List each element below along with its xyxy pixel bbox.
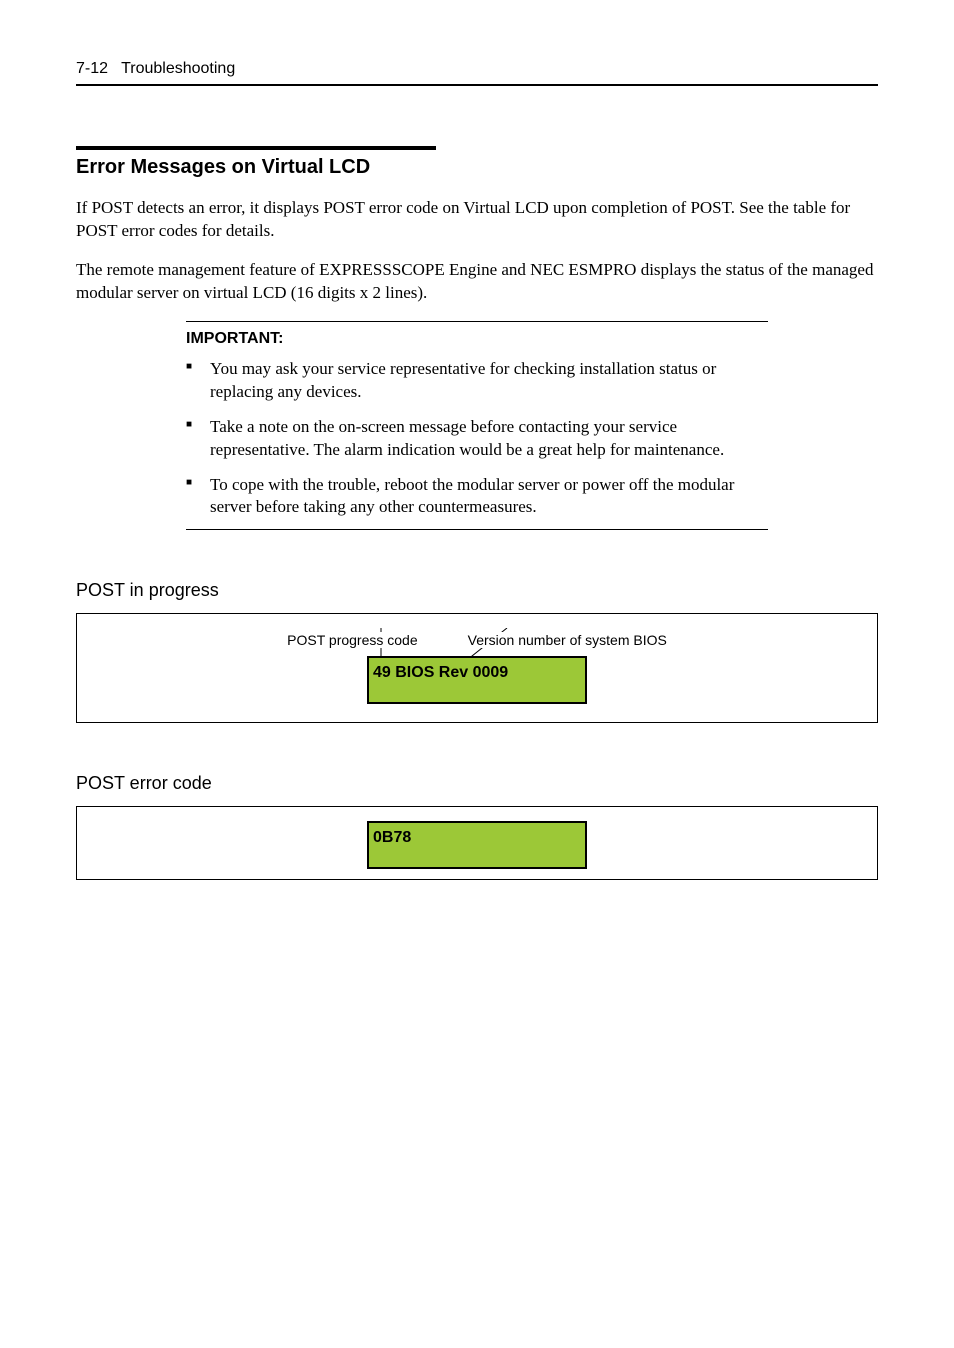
label-progress-code: POST progress code xyxy=(287,632,417,648)
important-list: You may ask your service representative … xyxy=(186,358,768,520)
lcd-wrap: 49 BIOS Rev 0009 xyxy=(367,656,587,704)
important-box: IMPORTANT: You may ask your service repr… xyxy=(186,321,768,531)
page-container: 7-12 Troubleshooting Error Messages on V… xyxy=(0,0,954,920)
post-progress-heading: POST in progress xyxy=(76,580,878,601)
page-number: 7-12 xyxy=(76,60,108,77)
important-item: Take a note on the on-screen message bef… xyxy=(186,416,768,462)
body-paragraph-2: The remote management feature of EXPRESS… xyxy=(76,259,878,305)
body-paragraph-1: If POST detects an error, it displays PO… xyxy=(76,197,878,243)
label-bios-version: Version number of system BIOS xyxy=(468,632,667,648)
virtual-lcd-display: 49 BIOS Rev 0009 xyxy=(367,656,587,704)
important-title: IMPORTANT: xyxy=(186,330,768,348)
section-title: Error Messages on Virtual LCD xyxy=(76,146,436,179)
section-name: Troubleshooting xyxy=(121,60,235,77)
important-item: To cope with the trouble, reboot the mod… xyxy=(186,474,768,520)
diagram-labels: POST progress code Version number of sys… xyxy=(93,632,861,648)
post-progress-diagram: POST progress code Version number of sys… xyxy=(76,613,878,723)
page-header: 7-12 Troubleshooting xyxy=(76,60,878,86)
virtual-lcd-display-error: 0B78 xyxy=(367,821,587,869)
post-error-diagram: 0B78 xyxy=(76,806,878,880)
post-error-heading: POST error code xyxy=(76,773,878,794)
important-item: You may ask your service representative … xyxy=(186,358,768,404)
